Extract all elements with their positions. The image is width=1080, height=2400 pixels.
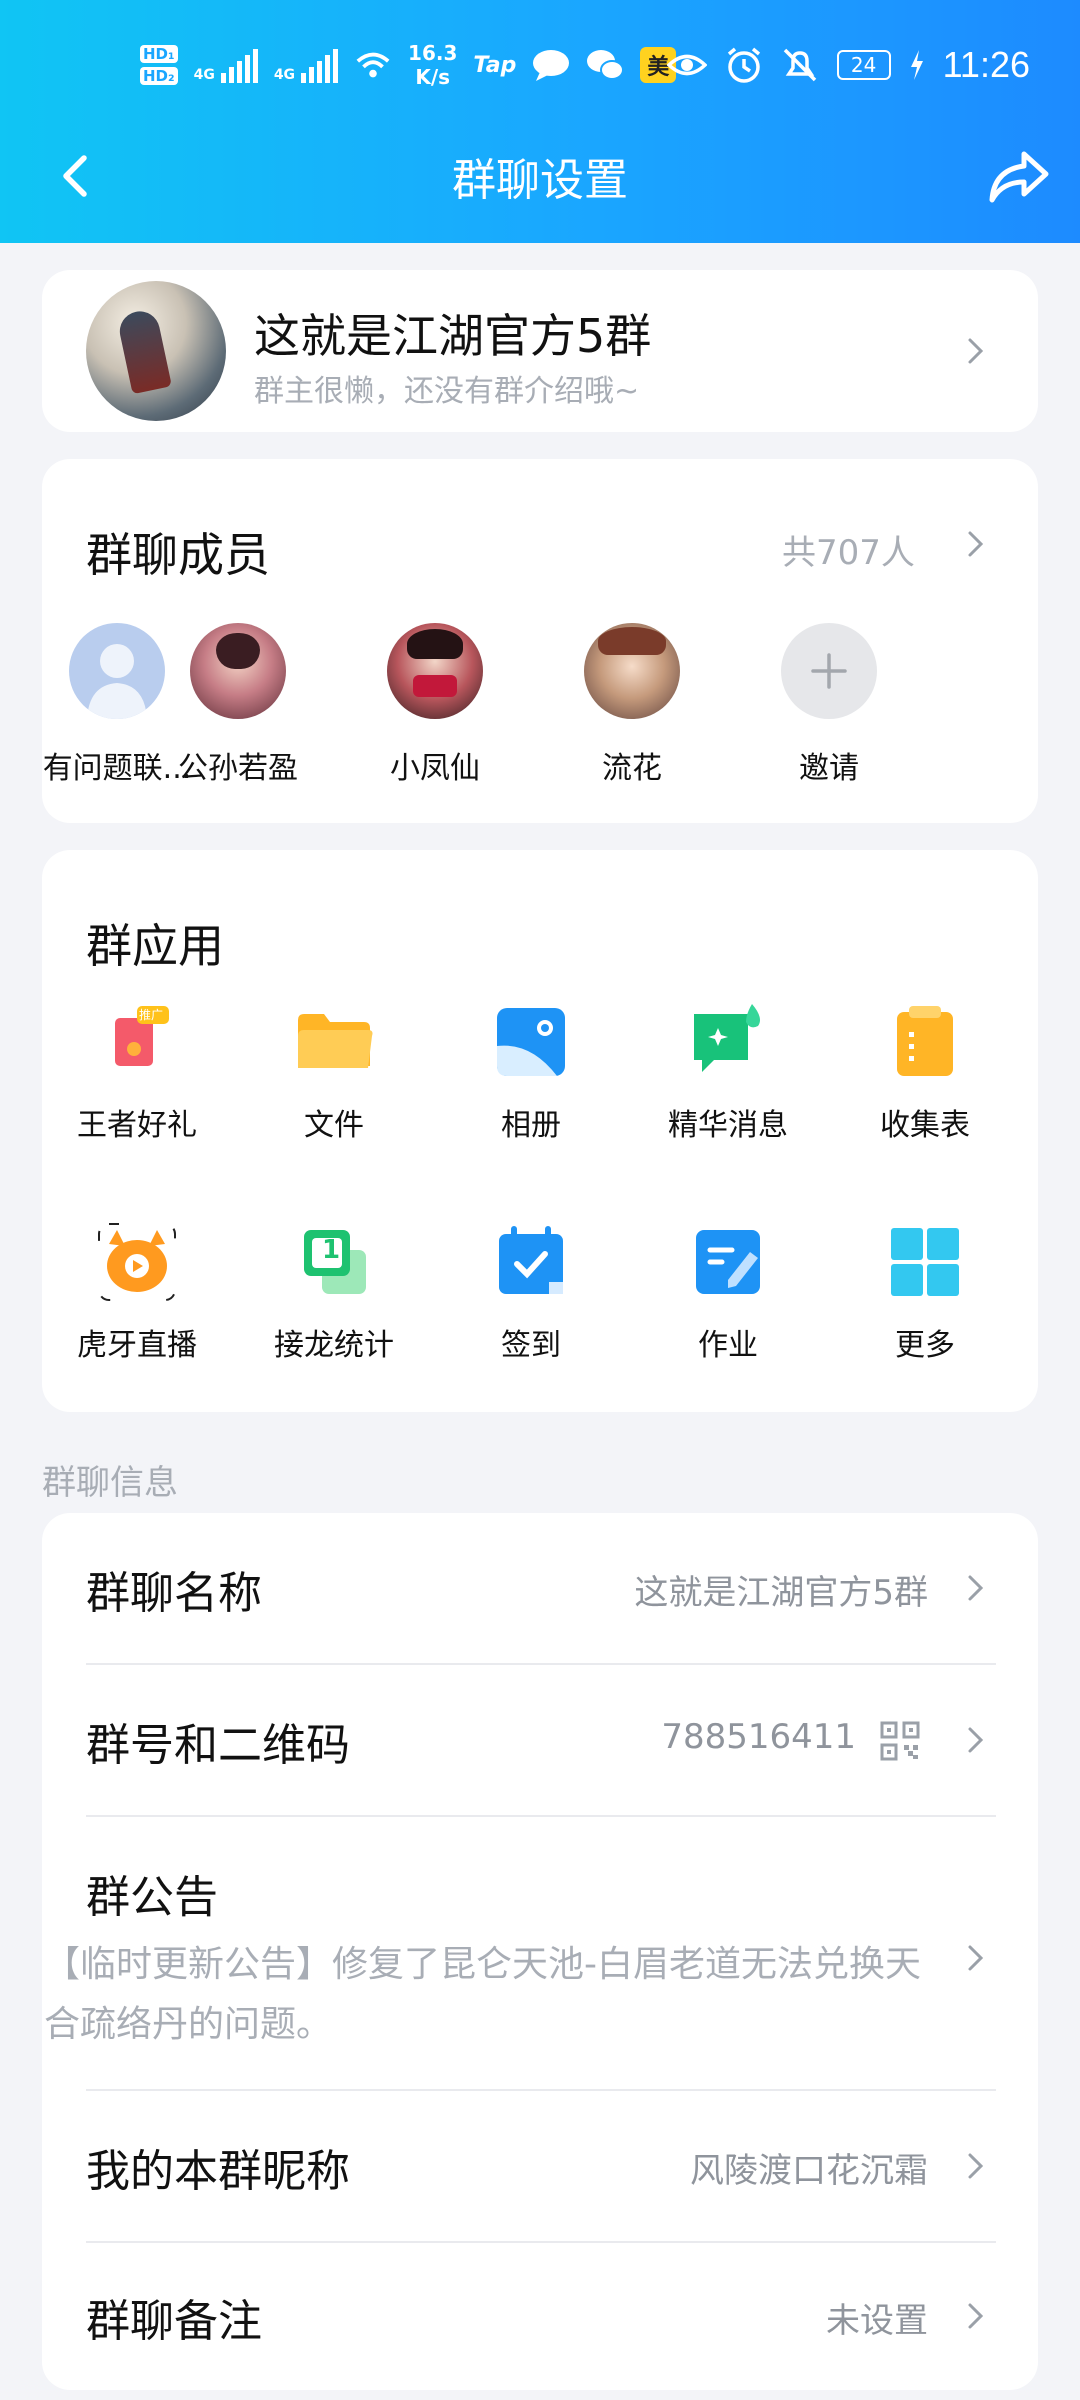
app-gift[interactable]: 推广 王者好礼	[42, 1002, 232, 1144]
essence-icon	[688, 1002, 768, 1082]
homework-icon	[688, 1222, 768, 1302]
row-value: 这就是江湖官方5群	[634, 1573, 928, 1613]
group-name: 这就是江湖官方5群	[254, 309, 652, 363]
app-files[interactable]: 文件	[239, 1002, 429, 1144]
row-key: 群公告	[86, 1872, 218, 1923]
app-label: 相册	[501, 1108, 561, 1143]
avatar	[69, 623, 165, 719]
row-value: 风陵渡口花沉霜	[690, 2151, 928, 2191]
status-bar: HD₁ HD₂ 4G 4G 16.3 K/s Tap 美 24 11:26	[0, 28, 1080, 102]
chevron-right-icon	[968, 1575, 984, 1601]
members-title: 群聊成员	[86, 528, 270, 582]
group-notice-text: 【临时更新公告】修复了昆仑天池-白眉老道无法兑换天合疏络丹的问题。	[44, 1944, 921, 2045]
wechat-icon	[587, 50, 625, 80]
member-item[interactable]: 小凤仙	[360, 623, 510, 787]
wifi-icon	[356, 52, 390, 78]
signal-icon	[220, 47, 258, 83]
invite-label: 邀请	[799, 751, 859, 786]
invite-button[interactable]: 邀请	[754, 623, 904, 787]
app-label: 文件	[304, 1108, 364, 1143]
nav-bar: 群聊设置	[0, 130, 1080, 222]
avatar	[584, 623, 680, 719]
app-label: 虎牙直播	[77, 1328, 197, 1363]
member-count[interactable]: 共707人	[782, 525, 915, 574]
avatar	[190, 623, 286, 719]
promo-badge: 推广	[139, 1008, 164, 1022]
chevron-right-icon	[968, 338, 984, 364]
alarm-icon	[727, 47, 760, 83]
qr-code-icon	[880, 1721, 920, 1761]
avatar	[387, 623, 483, 719]
gift-icon: 推广	[97, 1002, 177, 1082]
section-label: 群聊信息	[42, 1463, 178, 1503]
group-name-row[interactable]: 群聊名称 这就是江湖官方5群	[42, 1513, 1038, 1663]
group-description: 群主很懒，还没有群介绍哦~	[254, 374, 640, 409]
member-name: 流花	[602, 751, 662, 786]
chevron-right-icon	[968, 1727, 984, 1753]
chevron-right-icon	[968, 1945, 984, 1971]
group-number: 788516411	[661, 1717, 856, 1757]
more-grid-icon	[885, 1222, 965, 1302]
clipboard-icon	[885, 1002, 965, 1082]
eye-icon	[666, 54, 707, 76]
row-key: 群聊名称	[86, 1568, 262, 1619]
message-icon	[533, 50, 570, 81]
app-homework[interactable]: 作业	[633, 1222, 823, 1364]
app-label: 接龙统计	[274, 1328, 394, 1363]
clock: 11:26	[942, 44, 1030, 85]
app-label: 收集表	[880, 1108, 970, 1143]
battery-icon: 24	[836, 50, 891, 80]
app-label: 签到	[501, 1328, 561, 1363]
member-name: 公孙若盈	[178, 751, 298, 786]
member-item[interactable]: 流花	[557, 623, 707, 787]
group-avatar	[86, 281, 226, 421]
header: HD₁ HD₂ 4G 4G 16.3 K/s Tap 美 24 11:26 群聊…	[0, 0, 1080, 243]
tap-icon: Tap	[473, 52, 517, 78]
app-label: 王者好礼	[77, 1108, 197, 1143]
page-title: 群聊设置	[452, 155, 628, 206]
album-icon	[491, 1002, 571, 1082]
huya-icon	[97, 1222, 177, 1302]
row-key: 我的本群昵称	[86, 2146, 350, 2197]
my-nickname-row[interactable]: 我的本群昵称 风陵渡口花沉霜	[42, 2091, 1038, 2241]
app-checkin[interactable]: 签到	[436, 1222, 626, 1364]
group-profile-card[interactable]: 这就是江湖官方5群 群主很懒，还没有群介绍哦~	[42, 270, 1038, 432]
group-apps-card: 群应用 推广 王者好礼 文件 相册 精华消息 收集表 虎牙直播 1 接龙统计 签…	[42, 850, 1038, 1412]
members-card: 群聊成员 共707人 有问题联... 公孙若盈 小凤仙 流花 邀请	[42, 459, 1038, 823]
folder-icon	[294, 1002, 374, 1082]
relay-number: 1	[322, 1235, 341, 1265]
network-label-2: 4G	[273, 67, 296, 83]
mute-icon	[783, 48, 816, 82]
network-label: 4G	[193, 67, 215, 83]
plus-icon	[781, 623, 877, 719]
charging-icon	[910, 50, 923, 80]
app-album[interactable]: 相册	[436, 1002, 626, 1144]
network-speed: 16.3 K/s	[408, 41, 458, 89]
app-label: 作业	[698, 1328, 758, 1363]
app-more[interactable]: 更多	[830, 1222, 1020, 1364]
app-huya[interactable]: 虎牙直播	[42, 1222, 232, 1364]
group-number-row[interactable]: 群号和二维码 788516411	[42, 1665, 1038, 1815]
app-essence[interactable]: 精华消息	[633, 1002, 823, 1144]
chevron-right-icon[interactable]	[960, 529, 990, 559]
row-value: 未设置	[826, 2301, 928, 2341]
app-relay[interactable]: 1 接龙统计	[239, 1222, 429, 1364]
app-label: 更多	[895, 1328, 955, 1363]
row-key: 群聊备注	[86, 2296, 262, 2347]
apps-title: 群应用	[86, 919, 224, 973]
relay-icon: 1	[294, 1222, 374, 1302]
chevron-right-icon	[968, 2303, 984, 2329]
share-icon[interactable]	[986, 144, 1050, 208]
member-item[interactable]: 公孙若盈	[163, 623, 313, 787]
app-label: 精华消息	[668, 1108, 788, 1143]
checkin-icon	[491, 1222, 571, 1302]
signal-icon-2	[301, 47, 339, 83]
app-collect[interactable]: 收集表	[830, 1002, 1020, 1144]
hd-icon: HD₁ HD₂	[140, 45, 178, 85]
member-name: 小凤仙	[390, 751, 480, 786]
row-key: 群号和二维码	[86, 1720, 350, 1771]
group-remark-row[interactable]: 群聊备注 未设置	[42, 2243, 1038, 2390]
chevron-right-icon	[968, 2153, 984, 2179]
